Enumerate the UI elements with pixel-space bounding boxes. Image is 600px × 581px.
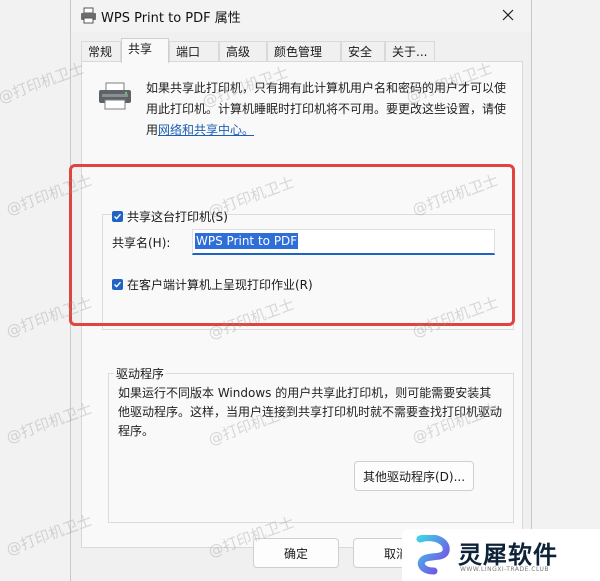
tab-about[interactable]: 关于... (385, 41, 435, 61)
site-logo: 灵犀软件 WWW.LINGXI-TRADE.CLUB (402, 529, 600, 581)
window-title: WPS Print to PDF 属性 (101, 11, 241, 26)
sharing-description: 如果共享此打印机，只有拥有此计算机用户名和密码的用户才可以使用此打印机。计算机睡… (146, 78, 516, 141)
tab-strip: 常规 共享 端口 高级 颜色管理 安全 关于... (81, 38, 521, 63)
render-jobs-checkbox[interactable]: 在客户端计算机上呈现打印作业(R) (112, 276, 313, 293)
close-icon (502, 9, 514, 21)
share-printer-checkbox[interactable]: 共享这台打印机(S) (112, 208, 228, 225)
printer-icon (99, 82, 131, 110)
tab-sharing[interactable]: 共享 (121, 38, 169, 63)
share-name-input[interactable]: WPS Print to PDF (192, 229, 495, 255)
printer-properties-dialog: WPS Print to PDF 属性 常规 共享 端口 高级 颜色管理 安全 … (70, 0, 532, 581)
tab-color-management[interactable]: 颜色管理 (267, 41, 341, 61)
ok-button[interactable]: 确定 (253, 538, 339, 568)
tab-advanced[interactable]: 高级 (219, 41, 267, 61)
share-name-label: 共享名(H): (112, 236, 171, 250)
tab-ports[interactable]: 端口 (169, 41, 219, 61)
share-name-value: WPS Print to PDF (195, 233, 299, 249)
logo-name: 灵犀软件 (458, 541, 558, 569)
render-jobs-label: 在客户端计算机上呈现打印作业(R) (127, 278, 313, 292)
lingxi-logo-icon (416, 535, 450, 575)
printer-icon (81, 7, 96, 24)
driver-group-label: 驱动程序 (114, 365, 167, 382)
close-button[interactable] (485, 0, 531, 30)
title-bar[interactable]: WPS Print to PDF 属性 (71, 0, 531, 32)
share-printer-label: 共享这台打印机(S) (127, 210, 228, 224)
driver-description: 如果运行不同版本 Windows 的用户共享此打印机，则可能需要安装其他驱动程序… (118, 386, 503, 438)
checkbox-checked-icon (112, 211, 123, 222)
additional-drivers-button[interactable]: 其他驱动程序(D)... (354, 461, 474, 491)
tab-general[interactable]: 常规 (81, 41, 121, 61)
network-sharing-center-link[interactable]: 网络和共享中心。 (158, 123, 254, 137)
logo-url: WWW.LINGXI-TRADE.CLUB (460, 566, 550, 573)
sharing-panel: 如果共享此打印机，只有拥有此计算机用户名和密码的用户才可以使用此打印机。计算机睡… (81, 61, 523, 548)
tab-security[interactable]: 安全 (341, 41, 385, 61)
checkbox-checked-icon (112, 279, 123, 290)
